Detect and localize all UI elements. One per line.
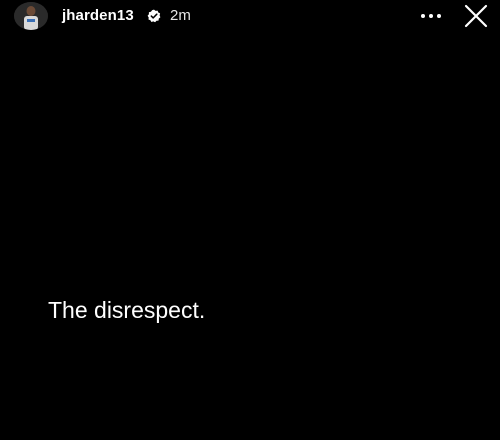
username[interactable]: jharden13	[62, 7, 134, 25]
avatar[interactable]	[14, 2, 48, 30]
story-header: jharden13 2m	[0, 0, 500, 34]
timestamp: 2m	[170, 7, 191, 24]
story-viewer[interactable]: jharden13 2m The disrespect.	[0, 0, 500, 440]
close-icon[interactable]	[462, 4, 490, 28]
story-text: The disrespect.	[48, 297, 206, 323]
more-options-icon[interactable]	[416, 6, 446, 26]
verified-badge-icon	[147, 9, 161, 23]
avatar-image	[14, 2, 48, 30]
